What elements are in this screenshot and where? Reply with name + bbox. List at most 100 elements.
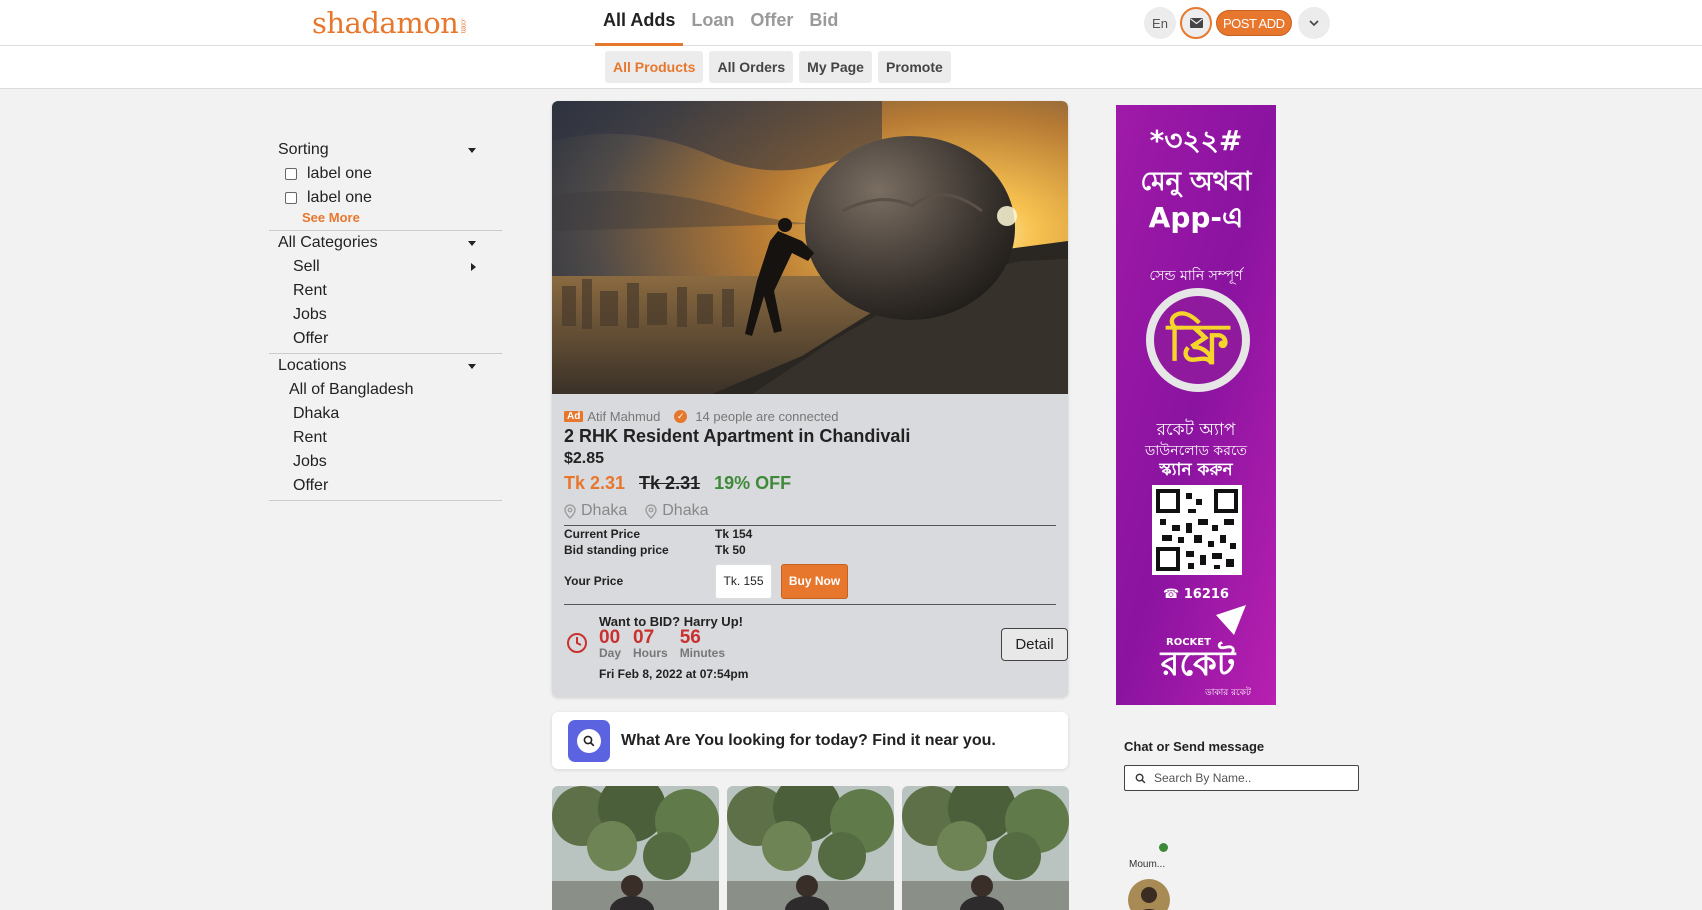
connections-count: 14 people are connected — [695, 408, 839, 424]
location-label: Dhaka — [662, 502, 709, 519]
filter-sidebar: Sorting label one label one See More All… — [269, 138, 502, 501]
language-button[interactable]: En — [1144, 7, 1176, 39]
site-logo[interactable]: shadamon.com — [312, 6, 467, 40]
chat-title: Chat or Send message — [1124, 739, 1265, 754]
tab-all-products[interactable]: All Products — [605, 51, 704, 83]
bid-headline: Want to BID? Harry Up! — [599, 614, 743, 629]
tab-promote[interactable]: Promote — [877, 51, 951, 83]
timer-value: 00 — [599, 627, 621, 648]
boulder-photo — [552, 101, 1068, 394]
product-thumbnails — [552, 786, 1069, 910]
sorting-header[interactable]: Sorting — [269, 138, 502, 162]
categories-title: All Categories — [278, 234, 378, 251]
tab-all-orders[interactable]: All Orders — [709, 51, 794, 83]
contact-name[interactable]: Moum... — [1129, 859, 1165, 870]
logo-text: shadamon — [312, 6, 459, 40]
ad-badge: Ad — [564, 410, 584, 422]
usd-price: $2.85 — [564, 450, 605, 467]
price-row: Tk 2.31 Tk 2.31 19% OFF — [564, 473, 1056, 494]
location-item-rent[interactable]: Rent — [269, 426, 502, 450]
buy-now-button[interactable]: Buy Now — [781, 563, 848, 599]
your-price-row: Your Price Tk. 155 Buy Now — [564, 561, 1056, 601]
checkbox[interactable] — [285, 192, 297, 204]
person-photo — [552, 786, 719, 910]
chevron-down-icon — [1308, 20, 1319, 26]
category-item-rent[interactable]: Rent — [269, 279, 502, 303]
location-item-bangladesh[interactable]: All of Bangladesh — [269, 378, 502, 402]
account-menu-button[interactable] — [1297, 7, 1330, 39]
logo-suffix: .com — [459, 17, 468, 33]
category-label: Sell — [293, 258, 320, 275]
person-photo — [902, 786, 1069, 910]
product-thumbnail[interactable] — [902, 786, 1069, 910]
location-label: All of Bangladesh — [289, 381, 414, 398]
search-button[interactable] — [568, 719, 610, 762]
mail-button[interactable] — [1180, 7, 1212, 39]
discount-badge: 19% OFF — [714, 473, 792, 493]
discounted-price: Tk 2.31 — [564, 473, 626, 493]
main-nav-tabs: All Adds Loan Offer Bid — [595, 0, 846, 46]
category-label: Offer — [293, 330, 329, 347]
product-thumbnail[interactable] — [727, 786, 894, 910]
sorting-section: Sorting label one label one See More — [269, 138, 502, 231]
tab-offer[interactable]: Offer — [742, 0, 801, 46]
product-thumbnail[interactable] — [552, 786, 719, 910]
tab-my-page[interactable]: My Page — [799, 51, 872, 83]
caret-down-icon — [468, 240, 476, 246]
bid-price-label: Bid standing price — [564, 543, 669, 557]
original-price: Tk 2.31 — [639, 473, 701, 493]
tab-bid[interactable]: Bid — [801, 0, 846, 46]
location-item-jobs[interactable]: Jobs — [269, 450, 502, 474]
timer-hours: 07 Hours — [633, 628, 668, 660]
chat-search-input[interactable] — [1154, 771, 1344, 785]
listing-details: Ad Atif Mahmud ✓ 14 people are connected… — [552, 394, 1068, 681]
search-prompt-banner[interactable]: What Are You looking for today? Find it … — [552, 712, 1068, 769]
category-item-sell[interactable]: Sell — [269, 255, 502, 279]
person-photo — [727, 786, 894, 910]
price-input[interactable]: Tk. 155 — [715, 563, 772, 599]
post-add-button[interactable]: POST ADD — [1216, 10, 1292, 36]
location-tag: Dhaka — [564, 502, 627, 520]
category-item-offer[interactable]: Offer — [269, 327, 502, 351]
see-more-link[interactable]: See More — [269, 210, 502, 228]
header-actions: En POST ADD — [1144, 7, 1330, 39]
sub-tabs: All Products All Orders My Page Promote — [605, 51, 951, 83]
timer-days: 00 Day — [599, 627, 621, 659]
locations-header[interactable]: Locations — [269, 354, 502, 378]
current-price-label: Current Price — [564, 527, 641, 541]
rocket-ad-banner[interactable]: *৩২২# মেনু অথবা App-এ সেন্ড মানি সম্পূর্… — [1116, 105, 1276, 705]
bid-countdown: Want to BID? Harry Up! 00 Day 07 Hours 5… — [564, 605, 1068, 681]
sort-option-label: label one — [307, 189, 372, 206]
ad-scan-line1: রকেট অ্যাপ — [1156, 419, 1236, 440]
checkbox[interactable] — [285, 168, 297, 180]
bid-price-value: Tk 50 — [715, 543, 746, 557]
timer-minutes: 56 Minutes — [680, 628, 725, 659]
location-item-dhaka[interactable]: Dhaka — [269, 402, 502, 426]
ad-scan-line2: ডাউনলোড করতে — [1144, 442, 1248, 459]
tab-all-adds[interactable]: All Adds — [595, 0, 684, 46]
ad-brand-bn: রকেট — [1160, 641, 1237, 684]
locations-section: Locations All of Bangladesh Dhaka Rent J… — [269, 354, 502, 501]
categories-header[interactable]: All Categories — [269, 231, 502, 255]
search-prompt-text: What Are You looking for today? Find it … — [621, 731, 996, 749]
timer-unit: Hours — [633, 646, 668, 660]
your-price-label: Your Price — [564, 574, 624, 588]
avatar[interactable] — [1128, 879, 1170, 910]
sort-option[interactable]: label one — [269, 162, 502, 186]
sort-option-label: label one — [307, 165, 372, 182]
location-item-offer[interactable]: Offer — [269, 474, 502, 498]
sort-option[interactable]: label one — [269, 186, 502, 210]
category-item-jobs[interactable]: Jobs — [269, 303, 502, 327]
seller-name[interactable]: Atif Mahmud — [587, 409, 660, 424]
tab-loan[interactable]: Loan — [683, 0, 742, 46]
location-label: Dhaka — [581, 502, 628, 519]
listing-image[interactable] — [552, 101, 1068, 394]
listing-title[interactable]: 2 RHK Resident Apartment in Chandivali — [564, 426, 1056, 447]
detail-button[interactable]: Detail — [1001, 628, 1068, 661]
chat-search-box[interactable] — [1124, 765, 1359, 791]
ad-scan-line3: স্ক্যান করুন — [1158, 460, 1233, 480]
listing-card[interactable]: Ad Atif Mahmud ✓ 14 people are connected… — [552, 101, 1068, 697]
category-label: Jobs — [293, 306, 327, 323]
location-pin-icon — [564, 503, 576, 519]
caret-down-icon — [468, 363, 476, 369]
